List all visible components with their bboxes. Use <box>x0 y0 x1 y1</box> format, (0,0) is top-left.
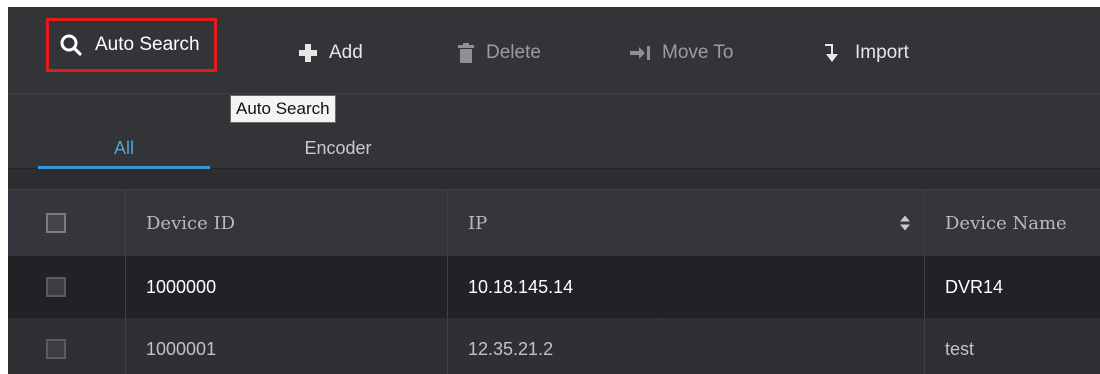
move-right-icon <box>630 46 650 60</box>
device-manager-panel: Auto Search Add Delete Move To Import Au… <box>8 7 1100 374</box>
device-name-cell: test <box>945 338 975 359</box>
row-checkbox[interactable] <box>46 277 66 297</box>
table-row[interactable]: 1000001 12.35.21.2 test <box>8 319 1100 374</box>
ip-cell: 10.18.145.14 <box>448 256 925 318</box>
row-select-cell <box>8 256 126 318</box>
row-select-cell <box>8 319 126 374</box>
import-arrow-icon <box>823 42 843 64</box>
add-label: Add <box>329 42 363 63</box>
toolbar: Auto Search Add Delete Move To Import <box>8 7 1100 94</box>
select-all-cell <box>8 190 126 256</box>
column-header-device-id[interactable]: Device ID <box>126 190 448 256</box>
delete-label: Delete <box>486 42 541 63</box>
table-row[interactable]: 1000000 10.18.145.14 DVR14 <box>8 256 1100 318</box>
device-table: 1445 Device ID IP Device Name 1000000 10… <box>8 169 1100 374</box>
search-icon <box>59 33 83 57</box>
plus-icon <box>299 44 317 62</box>
device-name-cell: DVR14 <box>945 276 1004 297</box>
import-label: Import <box>855 42 909 63</box>
tab-all[interactable]: All <box>38 94 210 169</box>
row-checkbox[interactable] <box>46 339 66 359</box>
auto-search-button[interactable]: Auto Search <box>46 18 217 72</box>
column-header-ip-label: IP <box>468 212 488 234</box>
select-all-checkbox[interactable] <box>46 213 66 233</box>
trash-icon <box>458 43 474 63</box>
import-button[interactable]: Import <box>823 33 909 73</box>
auto-search-label: Auto Search <box>95 34 200 55</box>
device-id-cell: 1000001 <box>126 319 448 374</box>
sort-icon[interactable] <box>900 215 910 231</box>
move-to-button[interactable]: Move To <box>630 33 733 73</box>
table-header: Device ID IP Device Name <box>8 189 1100 257</box>
auto-search-tooltip: Auto Search <box>230 95 336 123</box>
column-header-ip[interactable]: IP <box>448 190 925 256</box>
column-header-device-name[interactable]: Device Name <box>925 190 1100 256</box>
move-to-label: Move To <box>662 42 734 63</box>
add-button[interactable]: Add <box>299 33 363 73</box>
delete-button[interactable]: Delete <box>458 33 541 73</box>
ip-cell: 12.35.21.2 <box>448 319 925 374</box>
device-id-cell: 1000000 <box>126 256 448 318</box>
device-type-tabs: All Encoder <box>8 94 1100 169</box>
